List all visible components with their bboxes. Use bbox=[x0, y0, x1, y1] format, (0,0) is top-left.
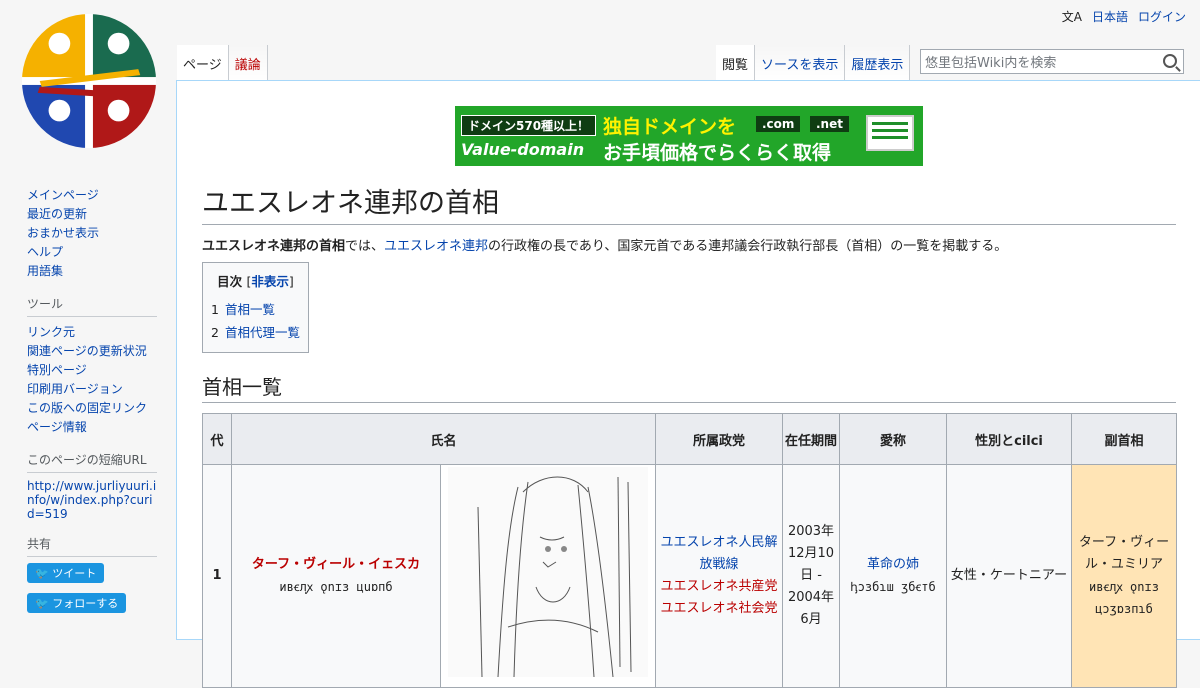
search-placeholder: 悠里包括Wiki内を検索 bbox=[925, 56, 1057, 71]
col-header-nickname: 愛称 bbox=[839, 413, 947, 465]
tweet-button[interactable]: 🐦 ツイート bbox=[27, 563, 105, 583]
tools-heading: ツール bbox=[27, 295, 157, 317]
sidebar-item-related-changes[interactable]: 関連ページの更新状況 bbox=[27, 342, 157, 361]
sidebar: メインページ 最近の更新 おまかせ表示 ヘルプ 用語集 ツール リンク元 関連ペ… bbox=[27, 186, 157, 623]
nickname-link[interactable]: 革命の姉 bbox=[867, 557, 919, 572]
toc-toggle[interactable]: 非表示 bbox=[251, 274, 289, 289]
banner-badge: ドメイン570種以上！ bbox=[461, 115, 597, 136]
follow-button[interactable]: 🐦 フォローする bbox=[27, 593, 127, 613]
party-link[interactable]: ユエスレオネ人民解放戦線 bbox=[660, 535, 777, 572]
cell-party: ユエスレオネ人民解放戦線 ユエスレオネ共産党 ユエスレオネ社会党 bbox=[655, 464, 783, 688]
col-header-number: 代 bbox=[202, 413, 232, 465]
nickname-script: ꞕɔɜбɿш ʒбꞓтб bbox=[850, 580, 936, 594]
site-logo[interactable] bbox=[20, 12, 158, 150]
prime-minister-table: 代 氏名 所属政党 在任期間 愛称 性別とcilci 副首相 1 ターフ・ヴィー… bbox=[202, 413, 1177, 688]
banner-tld-com: .com bbox=[756, 116, 801, 132]
cell-nickname: 革命の姉 ꞕɔɜбɿш ʒбꞓтб bbox=[839, 464, 947, 688]
tab-talk[interactable]: 議論 bbox=[228, 45, 268, 81]
col-header-deputy: 副首相 bbox=[1071, 413, 1177, 465]
toc-item-label: 首相代理一覧 bbox=[224, 325, 300, 340]
intro-mid: では、 bbox=[345, 239, 385, 254]
language-icon[interactable]: 文A bbox=[1062, 8, 1082, 25]
col-header-party: 所属政党 bbox=[655, 413, 783, 465]
sidebar-item-page-info[interactable]: ページ情報 bbox=[27, 418, 157, 437]
cell-term: 2003年12月10日 - 2004年6月 bbox=[782, 464, 840, 688]
tab-view-source[interactable]: ソースを表示 bbox=[755, 45, 846, 81]
tab-read[interactable]: 閲覧 bbox=[716, 45, 756, 81]
toc-title: 目次 bbox=[217, 274, 243, 289]
tab-history-label: 履歴表示 bbox=[851, 58, 904, 73]
col-header-name: 氏名 bbox=[231, 413, 656, 465]
cell-gender: 女性・ケートニアー bbox=[946, 464, 1072, 688]
banner-tld-net: .net bbox=[810, 116, 849, 132]
tab-talk-label: 議論 bbox=[234, 58, 261, 73]
cell-number: 1 bbox=[202, 464, 232, 688]
party-link[interactable]: ユエスレオネ社会党 bbox=[660, 601, 777, 616]
intro-rest: の行政権の長であり、国家元首である連邦議会行政執行部長（首相）の一覧を掲載する。 bbox=[488, 239, 1008, 254]
deputy-name: ターフ・ヴィール・ユミリア bbox=[1078, 535, 1170, 572]
sidebar-item-printable[interactable]: 印刷用バージョン bbox=[27, 380, 157, 399]
banner-line2: お手頃価格でらくらく取得 bbox=[603, 142, 832, 164]
content-area: ドメイン570種以上！ Value-domain 独自ドメインを お手頃価格でら… bbox=[176, 80, 1200, 688]
toc-item-label: 首相一覧 bbox=[224, 302, 275, 317]
login-link[interactable]: ログイン bbox=[1138, 8, 1186, 25]
col-header-gender: 性別とcilci bbox=[946, 413, 1072, 465]
cell-deputy: ターフ・ヴィール・ユミリア ивꞓлꭙ ǫnɪɜ цɔʒɒɜпɿб bbox=[1071, 464, 1177, 688]
cell-portrait bbox=[440, 464, 656, 688]
intro-paragraph: ユエスレオネ連邦の首相では、ユエスレオネ連邦の行政権の長であり、国家元首である連… bbox=[202, 235, 1176, 254]
table-row: 1 ターフ・ヴィール・イェスカ ивꞓлꭙ ǫnɪɜ цuɒпб ユエスレオネ人… bbox=[202, 464, 1177, 688]
twitter-bird-icon: 🐦 bbox=[35, 597, 53, 610]
tab-page[interactable]: ページ bbox=[177, 45, 229, 81]
sidebar-item-recent-changes[interactable]: 最近の更新 bbox=[27, 205, 157, 224]
ad-banner[interactable]: ドメイン570種以上！ Value-domain 独自ドメインを お手頃価格でら… bbox=[455, 106, 923, 166]
toc-heading: 目次 [非表示] bbox=[211, 271, 300, 290]
toc-item-num: 1 bbox=[211, 302, 219, 317]
table-of-contents: 目次 [非表示] 1 首相一覧 2 首相代理一覧 bbox=[202, 262, 309, 353]
banner-line1: 独自ドメインを bbox=[603, 116, 737, 138]
sidebar-item-what-links-here[interactable]: リンク元 bbox=[27, 323, 157, 342]
follow-button-label: フォローする bbox=[52, 597, 119, 610]
sidebar-item-glossary[interactable]: 用語集 bbox=[27, 262, 157, 281]
tab-history[interactable]: 履歴表示 bbox=[845, 45, 911, 81]
personal-tools: 文A 日本語 ログイン bbox=[1062, 8, 1186, 25]
sidebar-item-permalink[interactable]: この版への固定リンク bbox=[27, 399, 157, 418]
view-tabs: 閲覧 ソースを表示 履歴表示 bbox=[716, 45, 911, 81]
shorturl-heading: このページの短縮URL bbox=[27, 451, 157, 473]
sidebar-item-main-page[interactable]: メインページ bbox=[27, 186, 157, 205]
shorturl-link[interactable]: http://www.jurliyuuri.info/w/index.php?c… bbox=[27, 479, 156, 521]
pm-name-link[interactable]: ターフ・ヴィール・イェスカ bbox=[252, 557, 420, 572]
cell-name: ターフ・ヴィール・イェスカ ивꞓлꭙ ǫnɪɜ цuɒпб bbox=[231, 464, 441, 688]
share-heading: 共有 bbox=[27, 535, 157, 557]
tweet-button-label: ツイート bbox=[52, 567, 97, 580]
pm-name-script: ивꞓлꭙ ǫnɪɜ цuɒпб bbox=[279, 580, 393, 594]
language-link[interactable]: 日本語 bbox=[1092, 8, 1128, 25]
toc-toggle-close: ] bbox=[288, 274, 294, 289]
table-header-row: 代 氏名 所属政党 在任期間 愛称 性別とcilci 副首相 bbox=[202, 413, 1177, 465]
twitter-bird-icon: 🐦 bbox=[35, 567, 53, 580]
search-input[interactable]: 悠里包括Wiki内を検索 bbox=[920, 49, 1184, 74]
page-title: ユエスレオネ連邦の首相 bbox=[202, 181, 1176, 225]
banner-brand: Value-domain bbox=[461, 140, 585, 159]
toc-item-num: 2 bbox=[211, 325, 219, 340]
deputy-script: ивꞓлꭙ ǫnɪɜ цɔʒɒɜпɿб bbox=[1089, 580, 1159, 616]
section-heading: 首相一覧 bbox=[202, 371, 1176, 403]
search-icon[interactable] bbox=[1163, 54, 1177, 68]
col-header-term: 在任期間 bbox=[782, 413, 840, 465]
portrait-sketch-image[interactable] bbox=[448, 467, 648, 678]
tab-view-source-label: ソースを表示 bbox=[761, 58, 839, 73]
monitor-icon bbox=[866, 115, 914, 151]
sidebar-item-help[interactable]: ヘルプ bbox=[27, 243, 157, 262]
sidebar-item-random[interactable]: おまかせ表示 bbox=[27, 224, 157, 243]
toc-item[interactable]: 2 首相代理一覧 bbox=[211, 321, 300, 344]
intro-bold: ユエスレオネ連邦の首相 bbox=[202, 239, 346, 254]
namespace-tabs: ページ 議論 bbox=[177, 45, 268, 81]
intro-link[interactable]: ユエスレオネ連邦 bbox=[384, 239, 488, 254]
party-link[interactable]: ユエスレオネ共産党 bbox=[660, 579, 777, 594]
toc-item[interactable]: 1 首相一覧 bbox=[211, 298, 300, 321]
sidebar-item-special-pages[interactable]: 特別ページ bbox=[27, 361, 157, 380]
